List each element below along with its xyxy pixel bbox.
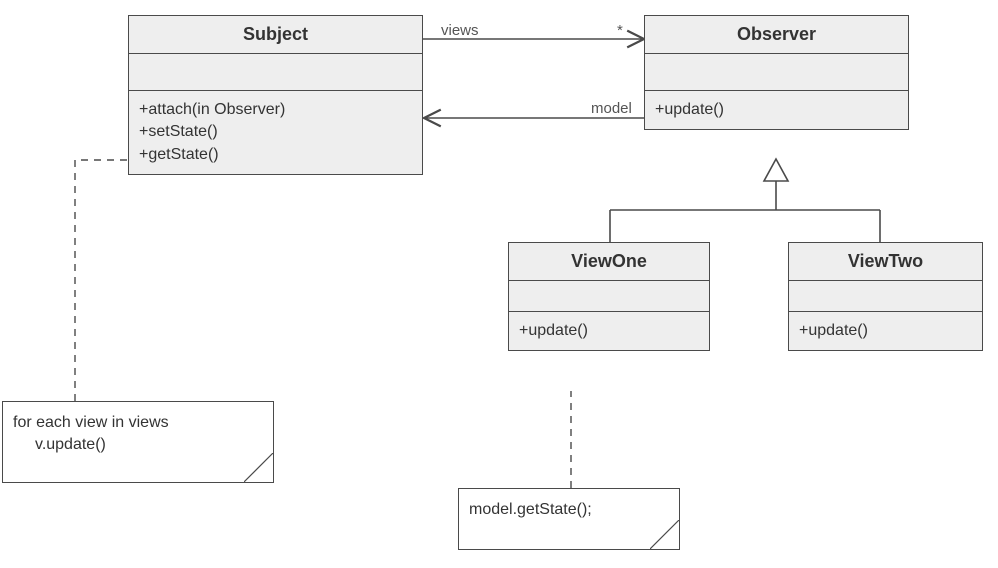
op-setstate: +setState() [139,121,412,143]
op-attach: +attach(in Observer) [139,99,412,121]
op-update-viewone: +update() [519,320,699,342]
note-viewone: model.getState(); [458,488,680,550]
note-fold-icon [650,520,680,550]
assoc-label-model: model [591,100,632,117]
class-observer: Observer +update() [644,15,909,130]
class-name-viewtwo: ViewTwo [789,243,982,281]
op-update-viewtwo: +update() [799,320,972,342]
assoc-label-views: views [441,22,479,39]
class-ops-subject: +attach(in Observer) +setState() +getSta… [129,91,422,174]
note-subject-line2: v.update() [13,434,259,456]
class-name-subject: Subject [129,16,422,54]
class-attrs-viewone [509,281,709,312]
note-fold-icon [244,453,274,483]
op-update-observer: +update() [655,99,898,121]
op-getstate: +getState() [139,144,412,166]
class-attrs-subject [129,54,422,91]
class-viewtwo: ViewTwo +update() [788,242,983,351]
assoc-multiplicity-views: * [617,22,623,39]
class-attrs-observer [645,54,908,91]
note-subject: for each view in views v.update() [2,401,274,483]
class-name-viewone: ViewOne [509,243,709,281]
class-ops-viewtwo: +update() [789,312,982,350]
class-ops-observer: +update() [645,91,908,129]
class-ops-viewone: +update() [509,312,709,350]
class-viewone: ViewOne +update() [508,242,710,351]
class-attrs-viewtwo [789,281,982,312]
note-viewone-text: model.getState(); [469,499,665,521]
class-name-observer: Observer [645,16,908,54]
class-subject: Subject +attach(in Observer) +setState()… [128,15,423,175]
note-subject-line1: for each view in views [13,412,259,434]
